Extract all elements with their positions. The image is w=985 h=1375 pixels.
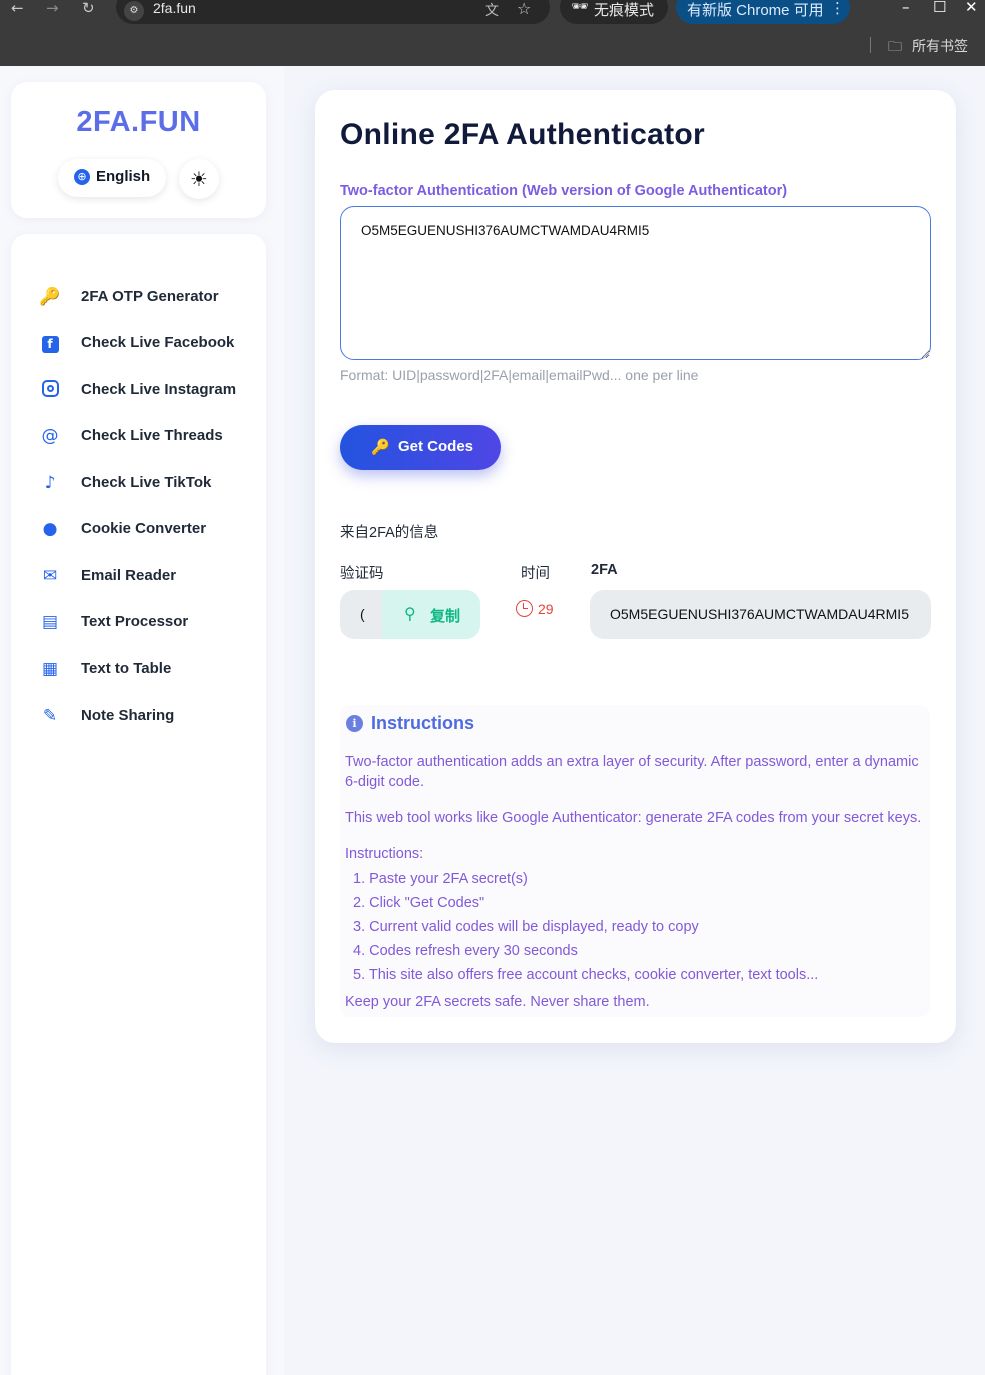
instruction-step: 3. Current valid codes will be displayed… bbox=[353, 919, 699, 935]
sidebar-item-email-reader[interactable]: ✉ Email Reader bbox=[29, 558, 259, 594]
key-icon: 🔑 bbox=[371, 438, 390, 456]
site-logo[interactable]: 2FA.FUN bbox=[11, 106, 266, 139]
document-icon: ▤ bbox=[41, 612, 59, 632]
threads-icon: @ bbox=[41, 426, 59, 446]
sidebar-item-label: Email Reader bbox=[81, 567, 177, 584]
key-icon: 🔑 bbox=[39, 287, 61, 307]
time-column-header: 时间 bbox=[521, 566, 550, 582]
logo-card: 2FA.FUN ⊕ English ☀ bbox=[11, 82, 266, 218]
instruction-step: 5. This site also offers free account ch… bbox=[353, 967, 819, 983]
sidebar-item-2fa-otp-generator[interactable]: 🔑 2FA OTP Generator bbox=[29, 279, 259, 315]
steps-heading: Instructions: bbox=[345, 846, 424, 862]
maximize-icon[interactable]: ☐ bbox=[933, 0, 946, 16]
sidebar-nav: 🔑 2FA OTP Generator f Check Live Faceboo… bbox=[11, 234, 266, 1375]
sidebar-item-note-sharing[interactable]: ✎ Note Sharing bbox=[29, 698, 259, 734]
update-label: 有新版 Chrome 可用 bbox=[687, 2, 824, 19]
incognito-indicator[interactable]: 🕶 无痕模式 bbox=[560, 0, 668, 24]
instructions-panel: i Instructions Two-factor authentication… bbox=[340, 705, 930, 1017]
language-selector[interactable]: ⊕ English bbox=[58, 159, 166, 197]
close-icon[interactable]: ✕ bbox=[965, 0, 978, 16]
incognito-label: 无痕模式 bbox=[594, 2, 655, 19]
copy-button[interactable]: ⚲ 复制 bbox=[382, 590, 480, 639]
instruction-step: 2. Click "Get Codes" bbox=[353, 895, 485, 911]
sun-icon: ☀ bbox=[190, 167, 208, 191]
sidebar-item-label: Text to Table bbox=[81, 660, 172, 677]
tfa-column-header: 2FA bbox=[591, 562, 618, 578]
sidebar-item-label: Check Live Instagram bbox=[81, 381, 237, 398]
info-icon: i bbox=[346, 715, 363, 732]
sidebar-item-text-to-table[interactable]: ▦ Text to Table bbox=[29, 651, 259, 687]
get-codes-button[interactable]: 🔑 Get Codes bbox=[340, 425, 501, 470]
incognito-icon: 🕶 bbox=[571, 0, 589, 15]
sidebar-item-label: 2FA OTP Generator bbox=[81, 288, 219, 305]
instructions-footer: Keep your 2FA secrets safe. Never share … bbox=[345, 994, 650, 1010]
results-title: 来自2FA的信息 bbox=[340, 525, 439, 541]
table-icon: ▦ bbox=[41, 659, 59, 679]
instructions-title: Instructions bbox=[371, 713, 475, 733]
pencil-icon: ✎ bbox=[42, 706, 58, 726]
sidebar-item-label: Text Processor bbox=[81, 613, 189, 630]
instruction-step: 1. Paste your 2FA secret(s) bbox=[353, 871, 528, 887]
sidebar-item-label: Check Live Threads bbox=[81, 427, 223, 444]
format-hint: Format: UID|password|2FA|email|emailPwd.… bbox=[340, 367, 699, 383]
sidebar-item-label: Check Live TikTok bbox=[81, 474, 212, 491]
sidebar-item-label: Check Live Facebook bbox=[81, 334, 235, 351]
site-settings-icon[interactable]: ⚙ bbox=[124, 1, 144, 21]
all-bookmarks-label: 所有书签 bbox=[912, 38, 968, 54]
language-label: English bbox=[96, 168, 151, 185]
url-text: 2fa.fun bbox=[153, 0, 196, 16]
sidebar-item-cookie-converter[interactable]: ● Cookie Converter bbox=[29, 511, 259, 547]
envelope-icon: ✉ bbox=[42, 566, 58, 586]
search-icon: ⚲ bbox=[404, 604, 416, 623]
chrome-update-button[interactable]: 有新版 Chrome 可用 ⋮ bbox=[676, 0, 850, 24]
instagram-icon bbox=[39, 380, 61, 400]
menu-dots-icon: ⋮ bbox=[830, 0, 845, 17]
sidebar-item-check-live-facebook[interactable]: f Check Live Facebook bbox=[29, 325, 259, 361]
minimize-icon[interactable]: – bbox=[902, 0, 910, 16]
instruction-step: 4. Codes refresh every 30 seconds bbox=[353, 943, 578, 959]
secret-field-label: Two-factor Authentication (Web version o… bbox=[340, 183, 788, 199]
tfa-secret-value[interactable]: O5M5EGUENUSHI376AUMCTWAMDAU4RMI5 bbox=[610, 606, 909, 622]
page-title: Online 2FA Authenticator bbox=[340, 118, 706, 151]
otp-code-box: ( ⚲ 复制 bbox=[340, 590, 480, 639]
instructions-paragraph-1: Two-factor authentication adds an extra … bbox=[345, 754, 919, 790]
sidebar-item-label: Cookie Converter bbox=[81, 520, 207, 537]
code-column-header: 验证码 bbox=[340, 566, 384, 582]
bookmark-star-icon[interactable]: ☆ bbox=[517, 0, 531, 18]
sidebar-item-label: Note Sharing bbox=[81, 707, 175, 724]
otp-code-value[interactable]: ( bbox=[360, 606, 365, 622]
globe-icon: ⊕ bbox=[74, 169, 90, 185]
tiktok-icon: ♪ bbox=[44, 473, 56, 493]
tfa-secret-box: O5M5EGUENUSHI376AUMCTWAMDAU4RMI5 bbox=[590, 590, 931, 639]
bookmarks-divider bbox=[870, 37, 871, 53]
cookie-icon: ● bbox=[42, 519, 58, 539]
reload-icon[interactable]: ↻ bbox=[82, 0, 95, 16]
copy-label: 复制 bbox=[430, 608, 461, 625]
back-icon[interactable]: ← bbox=[11, 0, 24, 16]
sidebar-item-check-live-tiktok[interactable]: ♪ Check Live TikTok bbox=[29, 465, 259, 501]
browser-chrome: ← → ↻ ⚙ 2fa.fun 文 ☆ 🕶 无痕模式 有新版 Chrome 可用… bbox=[0, 0, 985, 66]
secret-input[interactable]: O5M5EGUENUSHI376AUMCTWAMDAU4RMI5 bbox=[340, 206, 931, 360]
address-bar[interactable]: ⚙ 2fa.fun 文 ☆ bbox=[116, 0, 550, 24]
get-codes-label: Get Codes bbox=[398, 438, 474, 455]
authenticator-card: Online 2FA Authenticator Two-factor Auth… bbox=[315, 90, 956, 1043]
sidebar-item-text-processor[interactable]: ▤ Text Processor bbox=[29, 604, 259, 640]
clock-icon bbox=[516, 600, 533, 617]
sidebar-item-check-live-threads[interactable]: @ Check Live Threads bbox=[29, 418, 259, 454]
instructions-paragraph-2: This web tool works like Google Authenti… bbox=[345, 810, 922, 826]
theme-toggle-button[interactable]: ☀ bbox=[179, 159, 219, 199]
translate-icon[interactable]: 文 bbox=[485, 0, 499, 20]
sidebar-item-check-live-instagram[interactable]: Check Live Instagram bbox=[29, 372, 259, 408]
folder-icon: 🗀 bbox=[888, 39, 902, 55]
facebook-icon: f bbox=[39, 333, 61, 353]
seconds-remaining: 29 bbox=[538, 601, 554, 617]
forward-icon[interactable]: → bbox=[46, 0, 59, 16]
